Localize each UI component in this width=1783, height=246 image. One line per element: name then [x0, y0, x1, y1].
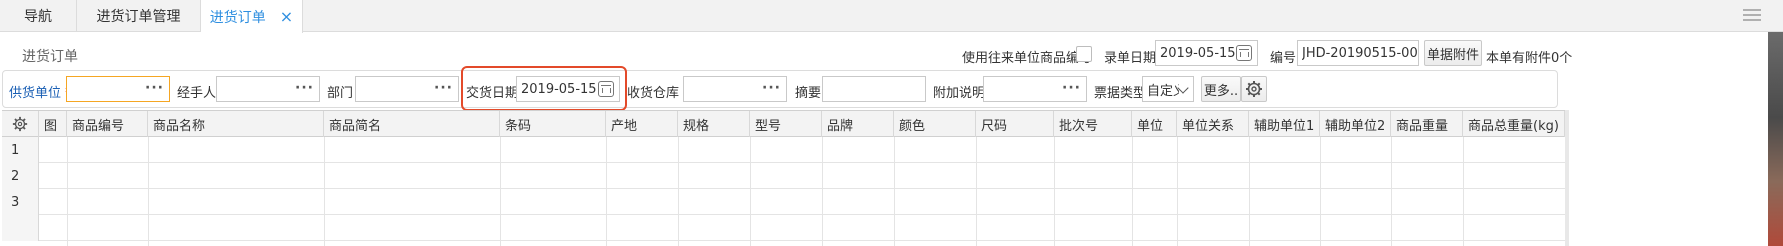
summary-label: 摘要 [795, 86, 822, 101]
column-header[interactable]: 单位关系 [1177, 111, 1249, 137]
number-field[interactable]: JHD-20190515-003 [1297, 40, 1419, 66]
grid-line [750, 137, 751, 246]
grid-line [678, 137, 679, 246]
grid-line [976, 137, 977, 246]
gear-icon [1246, 81, 1262, 97]
grid-line [894, 137, 895, 246]
column-header[interactable]: 条码 [500, 111, 606, 137]
handler-field[interactable]: ··· [216, 76, 320, 102]
note-label: 附加说明 [933, 86, 986, 101]
warehouse-label: 收货仓库 * [627, 86, 690, 101]
grid-line [1463, 137, 1464, 246]
column-header[interactable]: 单位 [1132, 111, 1177, 137]
use-partner-code-checkbox[interactable] [1076, 46, 1092, 62]
invoice-type-label: 票据类型 [1094, 86, 1147, 101]
ellipsis-icon[interactable]: ··· [1062, 81, 1081, 95]
grid-header: 图 商品编号 商品名称 商品简名 条码 产地 规格 型号 品牌 颜色 尺码 批次… [2, 111, 1565, 137]
column-header[interactable]: 商品编号 [67, 111, 148, 137]
tab-purchase-order[interactable]: 进货订单 × [201, 0, 303, 33]
use-partner-code-label: 使用往来单位商品编号 [962, 51, 1093, 66]
tab-label: 导航 [24, 9, 52, 25]
column-header[interactable]: 批次号 [1054, 111, 1132, 137]
calendar-icon[interactable] [1236, 45, 1252, 61]
ellipsis-icon[interactable]: ··· [145, 81, 164, 95]
grid-line [67, 137, 68, 246]
ellipsis-icon[interactable]: ··· [434, 81, 453, 95]
row-number: 3 [2, 189, 39, 215]
attachment-button[interactable]: 单据附件 [1424, 40, 1482, 66]
grid-line [500, 137, 501, 246]
table-row[interactable]: 1 [2, 137, 1565, 163]
vertical-scrollbar[interactable] [1565, 110, 1569, 246]
settings-button[interactable] [1241, 76, 1267, 102]
grid-line [606, 137, 607, 246]
column-header[interactable]: 商品名称 [148, 111, 324, 137]
record-date-label: 录单日期 [1104, 51, 1157, 66]
summary-field[interactable] [822, 76, 926, 102]
record-date-field[interactable]: 2019-05-15 [1155, 40, 1258, 66]
handler-label: 经手人 [177, 86, 217, 101]
ellipsis-icon[interactable]: ··· [295, 81, 314, 95]
tab-label: 进货订单 [209, 9, 266, 26]
product-grid: 图 商品编号 商品名称 商品简名 条码 产地 规格 型号 品牌 颜色 尺码 批次… [2, 110, 1565, 246]
tab-bar: 导航 进货订单管理 进货订单 × [0, 0, 1783, 33]
page-title: 进货订单 [22, 49, 78, 65]
grid-line [1391, 137, 1392, 246]
supplier-label: 供货单位 * [9, 86, 72, 101]
highlight-box [461, 66, 627, 111]
grid-line [148, 137, 149, 246]
ellipsis-icon[interactable]: ··· [762, 81, 781, 95]
note-field[interactable]: ··· [983, 76, 1087, 102]
column-header[interactable]: 品牌 [822, 111, 894, 137]
menu-icon[interactable] [1743, 9, 1761, 23]
column-header[interactable]: 型号 [750, 111, 822, 137]
table-row[interactable]: 3 [2, 189, 1565, 215]
attachment-count: 本单有附件0个 [1486, 51, 1573, 66]
column-header[interactable]: 辅助单位2 [1320, 111, 1391, 137]
row-number: 1 [2, 137, 39, 163]
column-header[interactable]: 规格 [678, 111, 750, 137]
row-number: 2 [2, 163, 39, 189]
supplier-field[interactable]: ··· [66, 76, 170, 102]
table-row[interactable] [2, 215, 1565, 241]
tab-navigation[interactable]: 导航 [0, 0, 77, 32]
chevron-down-icon [1177, 82, 1189, 94]
tab-purchase-order-management[interactable]: 进货订单管理 [77, 0, 201, 32]
column-header[interactable]: 商品简名 [324, 111, 500, 137]
column-header[interactable]: 尺码 [976, 111, 1054, 137]
number-label: 编号 [1270, 51, 1297, 66]
column-header[interactable]: 图 [39, 111, 67, 137]
column-header[interactable]: 辅助单位1 [1249, 111, 1320, 137]
grid-line [1054, 137, 1055, 246]
invoice-type-value: 自定义 [1147, 83, 1179, 99]
tab-label: 进货订单管理 [96, 9, 181, 25]
column-settings[interactable] [2, 111, 39, 137]
background-strip [1768, 32, 1783, 246]
grid-line [1132, 137, 1133, 246]
grid-line [324, 137, 325, 246]
number-value: JHD-20190515-003 [1302, 45, 1418, 61]
row-number [2, 215, 39, 241]
gear-icon [12, 116, 28, 132]
more-button[interactable]: 更多.. [1201, 76, 1241, 102]
column-header[interactable]: 商品总重量(kg) [1463, 111, 1565, 137]
table-row[interactable]: 2 [2, 163, 1565, 189]
department-field[interactable]: ··· [355, 76, 459, 102]
column-header[interactable]: 商品重量 [1391, 111, 1463, 137]
grid-line [1249, 137, 1250, 246]
warehouse-field[interactable]: ··· [683, 76, 787, 102]
invoice-type-select[interactable]: 自定义 [1142, 76, 1194, 102]
grid-line [1320, 137, 1321, 246]
department-label: 部门 [327, 86, 354, 101]
close-icon[interactable]: × [280, 7, 293, 26]
column-header[interactable]: 产地 [606, 111, 678, 137]
grid-line [822, 137, 823, 246]
grid-line [1177, 137, 1178, 246]
column-header[interactable]: 颜色 [894, 111, 976, 137]
